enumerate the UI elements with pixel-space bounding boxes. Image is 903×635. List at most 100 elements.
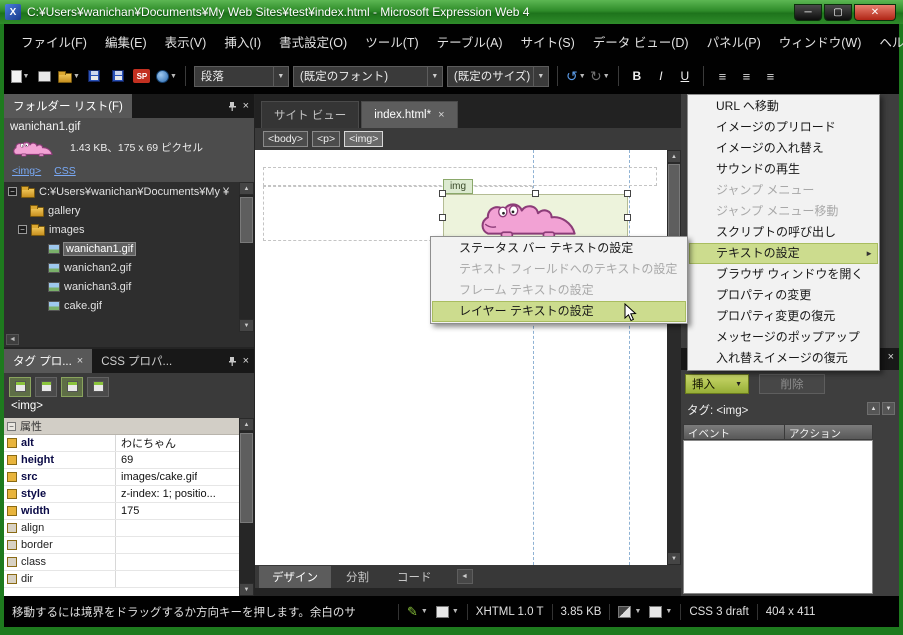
tree-item-cake[interactable]: cake.gif <box>4 296 254 315</box>
scroll-left-icon[interactable]: ◄ <box>6 334 19 345</box>
combo-arrow-icon[interactable]: ▼ <box>532 66 548 86</box>
site-view-tab[interactable]: サイト ビュー <box>261 101 360 128</box>
new-document-button[interactable]: ▼ <box>10 64 30 88</box>
tree-item-wanichan3[interactable]: wanichan3.gif <box>4 277 254 296</box>
redo-button[interactable]: ↻ ▼ <box>590 64 610 88</box>
menu-help[interactable]: ヘルプ(H) <box>870 27 903 56</box>
scroll-down-icon[interactable]: ▼ <box>239 319 254 332</box>
align-right-button[interactable]: ≡ <box>760 66 780 86</box>
resize-handle-ne[interactable] <box>624 190 631 197</box>
preview-browser-button[interactable]: ▼ <box>155 64 177 88</box>
resize-handle-nw[interactable] <box>439 190 446 197</box>
paragraph-style-combo[interactable]: 段落 ▼ <box>193 65 289 87</box>
menu-panels[interactable]: パネル(P) <box>698 27 770 56</box>
attribute-row[interactable]: height 69 <box>4 452 254 469</box>
style-application-button[interactable]: ✎ ▼ <box>407 604 428 620</box>
close-panel-icon[interactable]: × <box>888 351 894 363</box>
attribute-row[interactable]: dir <box>4 571 254 588</box>
attribute-row[interactable]: align <box>4 520 254 537</box>
selected-image[interactable] <box>443 194 628 241</box>
attribute-row[interactable]: width 175 <box>4 503 254 520</box>
attribute-row[interactable]: src images/cake.gif <box>4 469 254 486</box>
attribute-row[interactable]: border <box>4 537 254 554</box>
scroll-thumb[interactable] <box>240 197 253 243</box>
show-categorized-button[interactable] <box>9 376 31 397</box>
tree-item-images[interactable]: − images <box>4 220 254 239</box>
event-column-header[interactable]: イベント <box>683 424 785 440</box>
menu-window[interactable]: ウィンドウ(W) <box>770 27 871 56</box>
underline-button[interactable]: U <box>675 66 695 86</box>
attribute-row[interactable]: class <box>4 554 254 571</box>
menu-site[interactable]: サイト(S) <box>512 27 584 56</box>
close-panel-icon[interactable]: × <box>243 355 249 367</box>
superpreview-button[interactable]: SP <box>132 64 152 88</box>
open-file-button[interactable]: ▼ <box>58 64 80 88</box>
collapse-icon[interactable]: − <box>8 187 17 196</box>
design-view-tab[interactable]: デザイン <box>259 565 331 588</box>
canvas-scrollbar[interactable]: ▲ ▼ <box>667 150 681 565</box>
breadcrumb-p-tag[interactable]: <p> <box>312 131 341 147</box>
move-down-icon[interactable]: ▼ <box>882 402 895 415</box>
img-tag-link[interactable]: <img> <box>12 165 41 177</box>
menu-tools[interactable]: ツール(T) <box>356 27 427 56</box>
resize-handle-n[interactable] <box>532 190 539 197</box>
folder-list-tab[interactable]: フォルダー リスト(F) <box>4 94 132 118</box>
align-center-button[interactable]: ≡ <box>736 66 756 86</box>
pin-icon[interactable] <box>227 356 238 367</box>
menu-item-popup-message[interactable]: メッセージのポップアップ <box>689 327 878 348</box>
resize-handle-e[interactable] <box>624 214 631 221</box>
combo-arrow-icon[interactable]: ▼ <box>272 66 288 86</box>
resize-handle-w[interactable] <box>439 214 446 221</box>
align-left-button[interactable]: ≡ <box>712 66 732 86</box>
menu-item-set-text-statusbar[interactable]: ステータス バー テキストの設定 <box>432 238 686 259</box>
menu-edit[interactable]: 編集(E) <box>96 27 156 56</box>
close-button[interactable]: ✕ <box>854 3 896 21</box>
menu-item-swap-image[interactable]: イメージの入れ替え <box>689 138 878 159</box>
tree-item-gallery[interactable]: gallery <box>4 201 254 220</box>
move-up-icon[interactable]: ▲ <box>867 402 880 415</box>
menu-item-change-property[interactable]: プロパティの変更 <box>689 285 878 306</box>
visual-aids-button[interactable]: ▼ <box>618 605 641 618</box>
tree-item-root[interactable]: − C:¥Users¥wanichan¥Documents¥My ¥ <box>4 182 254 201</box>
maximize-button[interactable]: ▢ <box>824 3 852 21</box>
menu-item-set-text-layer[interactable]: レイヤー テキストの設定 <box>432 301 686 322</box>
menu-format[interactable]: 書式設定(O) <box>270 27 356 56</box>
bold-button[interactable]: B <box>627 66 647 86</box>
tree-item-wanichan2[interactable]: wanichan2.gif <box>4 258 254 277</box>
css-properties-tab[interactable]: CSS プロパ... <box>92 349 181 373</box>
font-size-combo[interactable]: (既定のサイズ) ▼ <box>446 65 549 87</box>
italic-button[interactable]: I <box>651 66 671 86</box>
grid-scrollbar[interactable]: ▲ ▼ <box>239 418 254 596</box>
menu-file[interactable]: ファイル(F) <box>12 27 96 56</box>
attribute-row[interactable]: alt わにちゃん <box>4 435 254 452</box>
save-all-button[interactable] <box>108 64 128 88</box>
menu-dataview[interactable]: データ ビュー(D) <box>584 27 698 56</box>
menu-item-call-script[interactable]: スクリプトの呼び出し <box>689 222 878 243</box>
behaviors-list[interactable] <box>683 440 873 594</box>
breadcrumb-body-tag[interactable]: <body> <box>263 131 309 147</box>
scroll-thumb[interactable] <box>240 433 253 523</box>
design-canvas[interactable]: img <box>255 150 667 565</box>
menu-item-play-sound[interactable]: サウンドの再生 <box>689 159 878 180</box>
menu-table[interactable]: テーブル(A) <box>428 27 512 56</box>
summary-button[interactable] <box>87 376 109 397</box>
menu-item-open-browser-window[interactable]: ブラウザ ウィンドウを開く <box>689 264 878 285</box>
sort-alphabetical-button[interactable] <box>35 376 57 397</box>
tree-item-wanichan1[interactable]: wanichan1.gif <box>4 239 254 258</box>
menu-insert[interactable]: 挿入(I) <box>215 27 270 56</box>
monitor-size-button[interactable]: ▼ <box>649 605 672 618</box>
show-set-properties-button[interactable] <box>61 376 83 397</box>
menu-view[interactable]: 表示(V) <box>156 27 216 56</box>
delete-behavior-button[interactable]: 削除 <box>759 374 825 394</box>
save-button[interactable] <box>84 64 104 88</box>
scroll-down-icon[interactable]: ▼ <box>239 583 254 596</box>
close-panel-icon[interactable]: × <box>243 100 249 112</box>
scroll-down-icon[interactable]: ▼ <box>667 552 681 565</box>
action-column-header[interactable]: アクション <box>785 424 873 440</box>
tree-scrollbar[interactable]: ▲ ▼ <box>239 182 254 332</box>
scroll-up-icon[interactable]: ▲ <box>667 150 681 163</box>
rendering-mode-button[interactable]: ▼ <box>435 605 459 618</box>
attribute-row[interactable]: style z-index: 1; positio... <box>4 486 254 503</box>
minimize-button[interactable]: ─ <box>794 3 822 21</box>
menu-item-swap-image-restore[interactable]: 入れ替えイメージの復元 <box>689 348 878 369</box>
